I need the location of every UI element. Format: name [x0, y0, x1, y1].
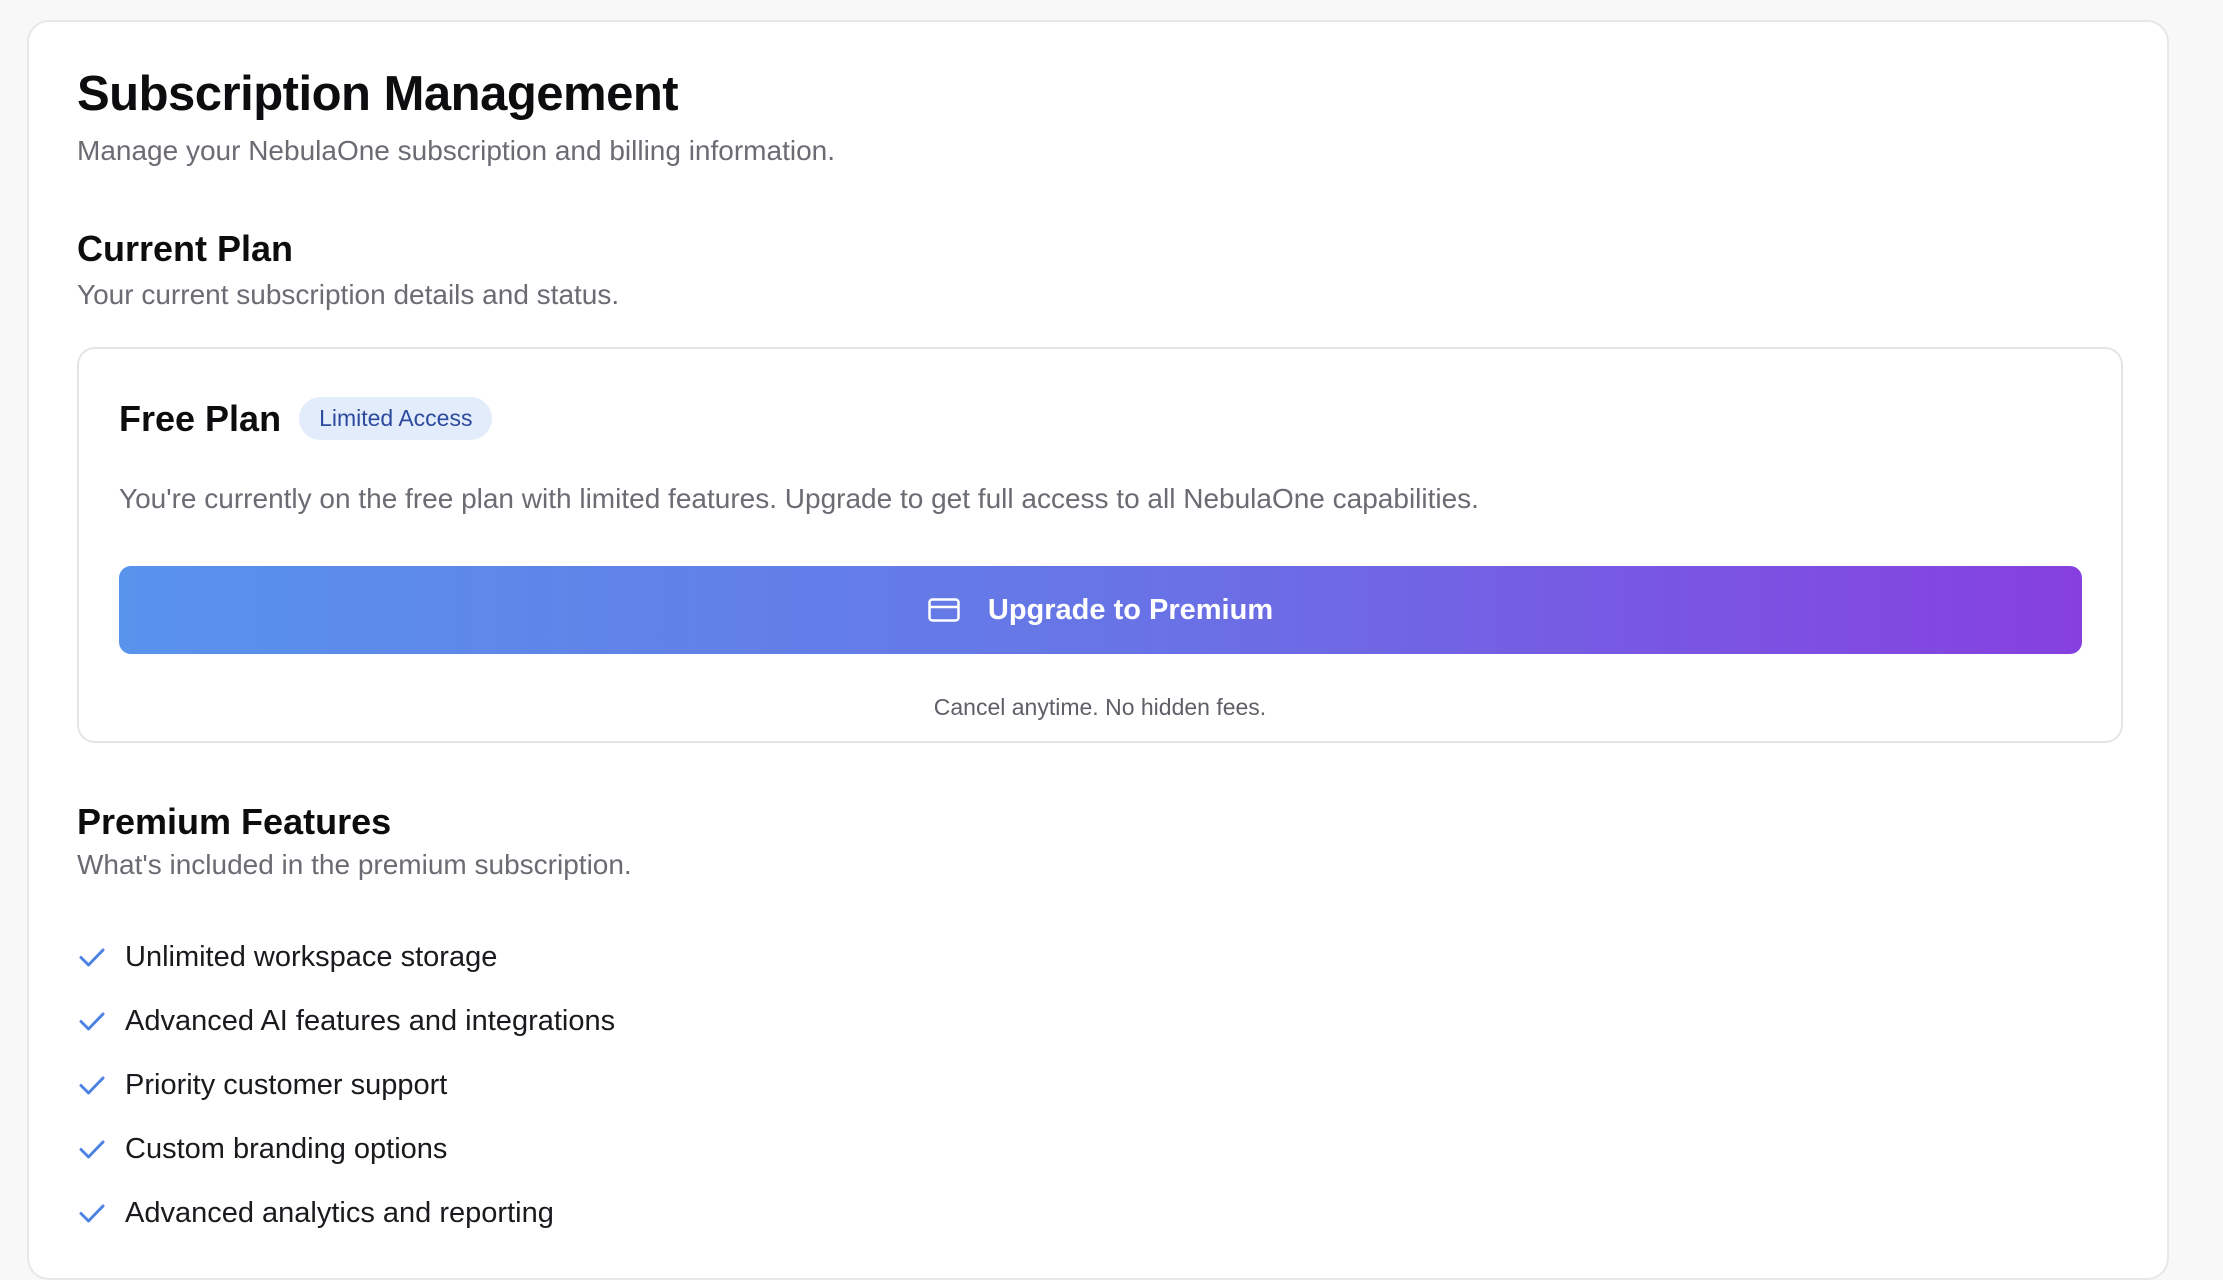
check-icon — [77, 942, 107, 972]
upgrade-to-premium-button[interactable]: Upgrade to Premium — [119, 566, 2082, 654]
check-icon — [77, 1134, 107, 1164]
feature-item: Custom branding options — [77, 1117, 615, 1181]
page-subtitle: Manage your NebulaOne subscription and b… — [77, 135, 835, 166]
check-icon — [77, 1006, 107, 1036]
premium-feature-list: Unlimited workspace storage Advanced AI … — [77, 925, 615, 1245]
feature-label: Advanced AI features and integrations — [125, 1004, 616, 1037]
subscription-panel: Subscription Management Manage your Nebu… — [27, 20, 2169, 1280]
feature-item: Advanced analytics and reporting — [77, 1181, 615, 1245]
plan-header: Free Plan Limited Access — [119, 397, 493, 440]
feature-item: Priority customer support — [77, 1053, 615, 1117]
feature-label: Unlimited workspace storage — [125, 940, 498, 973]
check-icon — [77, 1198, 107, 1228]
plan-card: Free Plan Limited Access You're currentl… — [77, 347, 2123, 743]
premium-features-heading: Premium Features — [77, 801, 392, 842]
feature-label: Advanced analytics and reporting — [125, 1196, 554, 1229]
page-title: Subscription Management — [77, 67, 679, 121]
plan-status-badge: Limited Access — [299, 397, 493, 440]
feature-label: Custom branding options — [125, 1132, 448, 1165]
credit-card-icon — [928, 598, 960, 622]
upgrade-button-label: Upgrade to Premium — [987, 593, 1274, 626]
check-icon — [77, 1070, 107, 1100]
current-plan-subtitle: Your current subscription details and st… — [77, 279, 620, 310]
plan-name: Free Plan — [119, 397, 282, 439]
plan-description: You're currently on the free plan with l… — [119, 483, 1479, 514]
current-plan-heading: Current Plan — [77, 228, 294, 269]
feature-label: Priority customer support — [125, 1068, 448, 1101]
feature-item: Unlimited workspace storage — [77, 925, 615, 989]
cancel-anytime-note: Cancel anytime. No hidden fees. — [933, 694, 1267, 720]
premium-features-subtitle: What's included in the premium subscript… — [77, 849, 632, 880]
feature-item: Advanced AI features and integrations — [77, 989, 615, 1053]
